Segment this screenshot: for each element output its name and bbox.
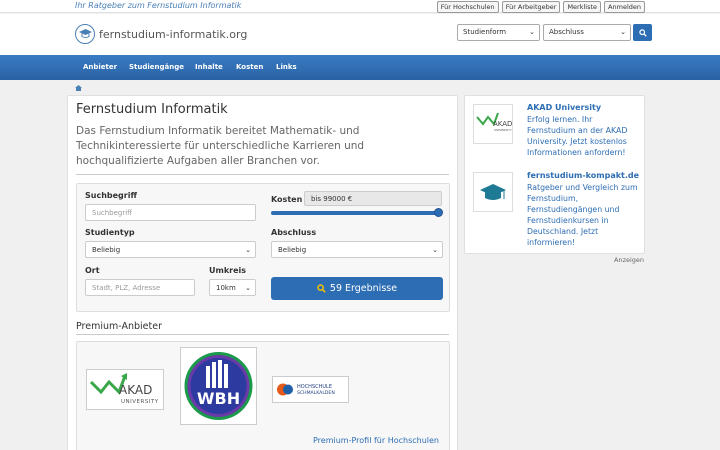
premium-providers: AKAD UNIVERSITY WBH HOCHSCHULE SCHMALKAL… — [76, 341, 450, 450]
akad-ad-logo-sub: UNIVERSITY — [494, 128, 512, 132]
chevron-down-icon: ⌄ — [620, 28, 626, 36]
nav-item-kosten[interactable]: Kosten — [236, 63, 263, 71]
kosten-value: bis 99000 € — [304, 191, 442, 206]
umkreis-label: Umkreis — [209, 266, 247, 275]
main-panel: Fernstudium Informatik Das Fernstudium I… — [67, 95, 458, 450]
for-employers-link[interactable]: Für Arbeitgeber — [501, 1, 561, 13]
hs-logo-line1: HOCHSCHULE — [297, 384, 332, 390]
ads-panel: AKAD UNIVERSITY AKAD University Erfolg l… — [464, 95, 645, 254]
kompakt-ad-image[interactable] — [473, 172, 513, 212]
akad-logo-image: AKAD UNIVERSITY — [89, 373, 159, 405]
search-icon — [638, 28, 647, 37]
akad-logo-name: AKAD — [119, 383, 152, 397]
kosten-label: Kosten — [271, 195, 303, 204]
studientyp-label: Studientyp — [85, 228, 135, 237]
graduation-cap-icon — [480, 184, 506, 200]
nav-item-inhalte[interactable]: Inhalte — [195, 63, 223, 71]
for-universities-link[interactable]: Für Hochschulen — [436, 1, 499, 13]
top-bar: Ihr Ratgeber zum Fernstudium Informatik … — [0, 0, 720, 13]
top-links: Für Hochschulen Für Arbeitgeber Merklist… — [436, 1, 645, 13]
abschluss-label: Abschluss — [271, 228, 317, 237]
nav-item-studiengaenge[interactable]: Studiengänge — [129, 63, 184, 71]
studientyp-select[interactable]: Beliebig ⌄ — [85, 241, 256, 258]
site-logo[interactable]: fernstudium-informatik.org — [75, 24, 247, 44]
breadcrumb-home[interactable] — [75, 84, 82, 93]
chevron-down-icon: ⌄ — [529, 28, 535, 36]
ad-title-akad[interactable]: AKAD University — [527, 103, 601, 112]
akad-logo-sub: UNIVERSITY — [121, 399, 159, 405]
home-icon — [75, 85, 82, 91]
results-button[interactable]: 59 Ergebnisse — [271, 277, 443, 300]
wbh-logo-image: WBH — [184, 352, 253, 420]
wbh-logo[interactable]: WBH — [180, 347, 257, 425]
header: fernstudium-informatik.org Studienform ⌄… — [0, 14, 720, 55]
abschluss-filter-value: Beliebig — [278, 246, 307, 254]
akad-ad-logo-name: AKAD — [493, 120, 512, 128]
akad-ad-logo: AKAD UNIVERSITY — [476, 112, 512, 132]
nav-item-links[interactable]: Links — [276, 63, 297, 71]
main-nav: Anbieter Studiengänge Inhalte Kosten Lin… — [0, 55, 720, 80]
chevron-down-icon: ⌄ — [245, 246, 251, 254]
ort-label: Ort — [85, 266, 100, 275]
nav-item-anbieter[interactable]: Anbieter — [83, 63, 117, 71]
suchbegriff-input[interactable]: Suchbegriff — [85, 204, 256, 221]
studienform-select-value: Studienform — [463, 28, 507, 36]
kosten-slider-handle[interactable] — [434, 208, 443, 217]
search-form: Suchbegriff Suchbegriff Kosten bis 99000… — [76, 183, 450, 312]
hs-schmalkalden-logo[interactable]: HOCHSCHULE SCHMALKALDEN — [272, 376, 349, 403]
abschluss-filter-select[interactable]: Beliebig ⌄ — [271, 241, 443, 258]
umkreis-select-value: 10km — [216, 284, 236, 292]
logo-text: fernstudium-informatik.org — [99, 27, 248, 41]
page-title: Fernstudium Informatik — [76, 102, 228, 117]
ads-label: Anzeigen — [614, 256, 645, 264]
abschluss-select[interactable]: Abschluss ⌄ — [543, 24, 631, 41]
results-button-label: 59 Ergebnisse — [329, 283, 398, 294]
login-link[interactable]: Anmelden — [604, 1, 645, 13]
kosten-slider-track[interactable] — [271, 211, 439, 215]
wbh-logo-name: WBH — [197, 389, 240, 408]
ad-title-kompakt[interactable]: fernstudium-kompakt.de — [527, 171, 639, 180]
studienform-select[interactable]: Studienform ⌄ — [457, 24, 540, 41]
graduation-cap-icon — [75, 24, 95, 44]
chevron-down-icon: ⌄ — [432, 246, 438, 254]
intro-text: Das Fernstudium Informatik bereitet Math… — [76, 125, 365, 167]
tagline: Ihr Ratgeber zum Fernstudium Informatik — [75, 1, 242, 10]
header-search-button[interactable] — [633, 24, 652, 41]
divider — [76, 334, 449, 335]
akad-ad-image[interactable]: AKAD UNIVERSITY — [473, 104, 513, 144]
ad-text-kompakt[interactable]: Ratgeber und Vergleich zum Fernstudium, … — [527, 182, 642, 248]
watchlist-link[interactable]: Merkliste — [563, 1, 602, 13]
akad-logo[interactable]: AKAD UNIVERSITY — [86, 369, 164, 410]
premium-title: Premium-Anbieter — [76, 321, 163, 332]
ad-text-akad[interactable]: Erfolg lernen. Ihr Fernstudium an der AK… — [527, 114, 642, 158]
ort-input[interactable]: Stadt, PLZ, Adresse — [85, 279, 195, 296]
umkreis-select[interactable]: 10km ⌄ — [209, 279, 256, 296]
chevron-down-icon: ⌄ — [245, 284, 251, 292]
hs-logo-line2: SCHMALKALDEN — [297, 390, 335, 396]
divider — [76, 174, 449, 175]
studientyp-select-value: Beliebig — [92, 246, 121, 254]
premium-profile-link[interactable]: Premium-Profil für Hochschulen — [313, 436, 439, 445]
search-icon — [317, 284, 326, 293]
abschluss-select-value: Abschluss — [549, 28, 584, 36]
hs-schmalkalden-logo-image: HOCHSCHULE SCHMALKALDEN — [277, 383, 335, 396]
suchbegriff-label: Suchbegriff — [85, 191, 137, 200]
